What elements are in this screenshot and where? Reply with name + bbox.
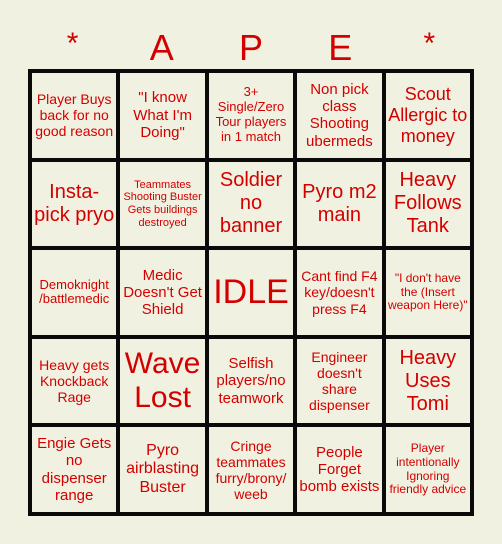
bingo-cell-r4c5[interactable]: Heavy Uses Tomi	[385, 338, 470, 424]
bingo-cell-r2c4[interactable]: Pyro m2 main	[297, 161, 382, 247]
bingo-cell-r3c2[interactable]: Medic Doesn't Get Shield	[120, 250, 205, 335]
header-letter-2: A	[149, 27, 174, 68]
bingo-cell-r1c5[interactable]: Scout Allergic to money	[385, 73, 470, 158]
bingo-cell-r1c4[interactable]: Non pick class Shooting ubermeds	[297, 73, 382, 158]
header-letter-3: P	[238, 27, 263, 68]
bingo-cell-r5c3[interactable]: Cringe teammates furry/brony/ weeb	[208, 427, 294, 512]
bingo-cell-r1c1[interactable]: Player Buys back for no good reason	[32, 73, 117, 158]
bingo-cell-r5c5[interactable]: Player intentionally Ignoring friendly a…	[385, 427, 470, 512]
bingo-cell-r5c1[interactable]: Engie Gets no dispenser range	[32, 427, 117, 512]
bingo-cell-r3c3-free[interactable]: IDLE	[208, 250, 294, 335]
bingo-header: * A P E *	[28, 26, 474, 70]
bingo-cell-r4c3[interactable]: Selfish players/no teamwork	[208, 338, 294, 424]
header-letter-1: *	[66, 27, 79, 60]
bingo-cell-r4c1[interactable]: Heavy gets Knockback Rage	[32, 338, 117, 424]
bingo-cell-r3c1[interactable]: Demoknight /battlemedic	[32, 250, 117, 335]
bingo-cell-r3c5[interactable]: "I don't have the (Insert weapon Here)"	[385, 250, 470, 335]
header-letter-4: E	[328, 27, 353, 68]
bingo-cell-r2c2[interactable]: Teammates Shooting Buster Gets buildings…	[120, 161, 205, 247]
bingo-cell-r5c4[interactable]: People Forget bomb exists	[297, 427, 382, 512]
bingo-cell-r2c1[interactable]: Insta-pick pryo	[32, 161, 117, 247]
bingo-cell-r2c3[interactable]: Soldier no banner	[208, 161, 294, 247]
bingo-cell-r3c4[interactable]: Cant find F4 key/doesn't press F4	[297, 250, 382, 335]
bingo-cell-r1c2[interactable]: "I know What I'm Doing"	[120, 73, 205, 158]
bingo-cell-r5c2[interactable]: Pyro airblasting Buster	[120, 427, 205, 512]
header-letter-5: *	[423, 27, 436, 60]
bingo-cell-r1c3[interactable]: 3+ Single/Zero Tour players in 1 match	[208, 73, 294, 158]
bingo-grid: Player Buys back for no good reason "I k…	[28, 69, 474, 516]
bingo-cell-r4c2[interactable]: Wave Lost	[120, 338, 205, 424]
bingo-cell-r4c4[interactable]: Engineer doesn't share dispenser	[297, 338, 382, 424]
bingo-cell-r2c5[interactable]: Heavy Follows Tank	[385, 161, 470, 247]
